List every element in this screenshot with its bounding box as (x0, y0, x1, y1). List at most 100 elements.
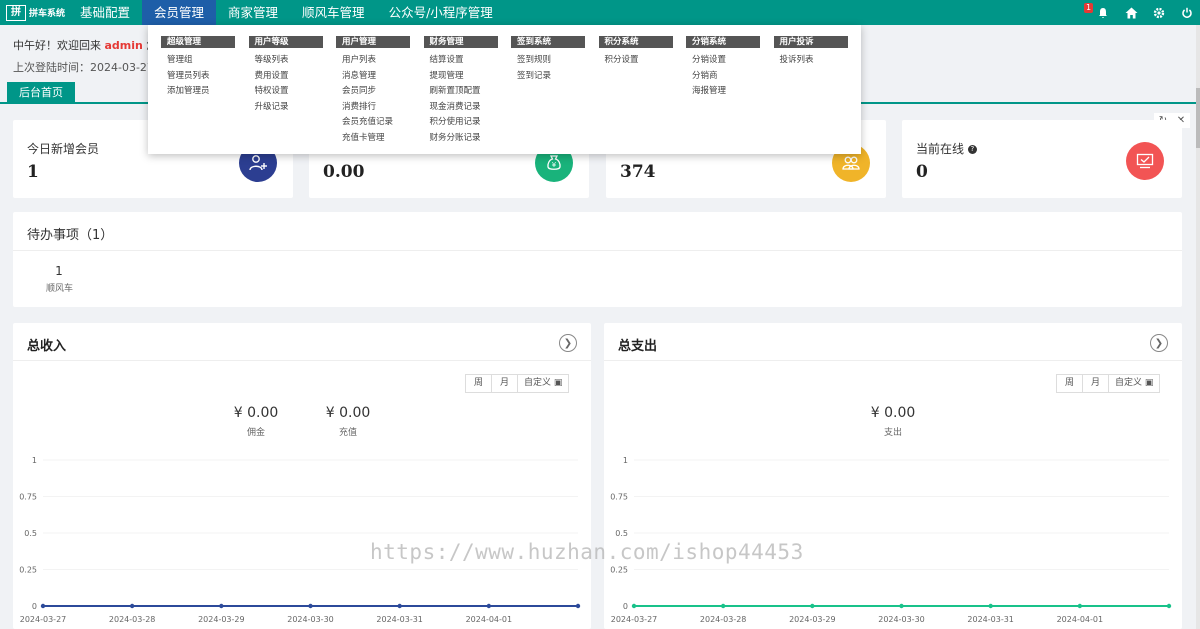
home-icon[interactable] (1124, 6, 1138, 20)
menu-item[interactable]: 积分使用记录 (424, 115, 498, 131)
logo[interactable]: 拼 拼车系统 (0, 0, 68, 25)
logo-mark: 拼 (6, 4, 26, 21)
nav-item-basic-config[interactable]: 基础配置 (68, 0, 142, 25)
menu-item[interactable]: 签到记录 (511, 69, 585, 85)
menu-item[interactable]: 消息管理 (336, 69, 410, 85)
period-custom[interactable]: 自定义 ▣ (518, 375, 568, 392)
todo-label[interactable]: 顺风车 (46, 281, 73, 294)
expense-value: ¥ 0.00 (870, 405, 916, 421)
x-tick-label: 2024-04-01 (1057, 615, 1104, 624)
stat-value: 0.00 (323, 162, 365, 182)
period-custom[interactable]: 自定义 ▣ (1109, 375, 1159, 392)
data-point[interactable] (810, 603, 815, 609)
data-point[interactable] (397, 603, 402, 609)
divider (13, 250, 1182, 251)
gear-icon[interactable] (1152, 6, 1166, 20)
tab-dashboard-home[interactable]: 后台首页 (7, 82, 75, 104)
svg-text:¥: ¥ (552, 161, 557, 169)
menu-column-header: 用户管理 (336, 36, 410, 48)
stat-label: 当前在线 ? (916, 140, 977, 157)
data-point[interactable] (899, 603, 904, 609)
menu-item[interactable]: 财务分账记录 (424, 131, 498, 147)
y-tick-label: 0.25 (19, 566, 37, 575)
last-login-time: 上次登陆时间：2024-03-27 1 (13, 61, 165, 74)
menu-item[interactable]: 特权设置 (249, 84, 323, 100)
menu-item[interactable]: 积分设置 (599, 53, 673, 69)
data-point[interactable] (486, 603, 492, 609)
menu-item[interactable]: 海报管理 (686, 84, 760, 100)
menu-item[interactable]: 管理员列表 (161, 69, 235, 85)
menu-column-2: 用户管理用户列表 消息管理 会员同步 消费排行 会员充值记录 充值卡管理 (336, 36, 410, 146)
x-tick-label: 2024-04-01 (466, 615, 513, 624)
logo-text: 拼车系统 (29, 9, 66, 19)
stat-value: 1 (27, 162, 39, 182)
expense-line-chart: 1 0.75 0.5 0.25 0 2024-03-27 2024-03-28 2024-03… (610, 456, 1172, 624)
nav-item-official-account[interactable]: 公众号/小程序管理 (377, 0, 505, 25)
member-management-dropdown: 超级管理 管理组 管理员列表 添加管理员 用户等级 等级列表 费用设置 特权设置 升级记录 用户管… (148, 25, 861, 154)
data-point[interactable] (219, 603, 224, 609)
period-week[interactable]: 周 (466, 375, 493, 392)
menu-item[interactable]: 充值卡管理 (336, 131, 410, 147)
income-panel: 总收入 ❯ 周 月 自定义 ▣ ¥ 0.00 佣金 ¥ 0.00 充值 1 0.7… (13, 323, 591, 629)
monitor-icon (1126, 142, 1164, 180)
x-tick-label: 2024-03-30 (878, 615, 925, 624)
username: admin (104, 39, 143, 52)
nav-item-carpool-management[interactable]: 顺风车管理 (290, 0, 377, 25)
data-point[interactable] (988, 603, 993, 609)
data-point[interactable] (575, 603, 581, 609)
bell-icon[interactable]: 1 (1084, 2, 1110, 20)
calendar-icon: ▣ (1144, 378, 1154, 388)
menu-item[interactable]: 提现管理 (424, 69, 498, 85)
menu-item[interactable]: 现金消费记录 (424, 100, 498, 116)
menu-item[interactable]: 添加管理员 (161, 84, 235, 100)
stat-card-online: 当前在线 ? 0 (902, 120, 1182, 198)
stat-value: 0 (916, 162, 928, 182)
menu-column-0: 超级管理 管理组 管理员列表 添加管理员 (161, 36, 235, 100)
menu-item[interactable]: 用户列表 (336, 53, 410, 69)
nav-item-member-management[interactable]: 会员管理 (142, 0, 217, 25)
menu-item[interactable]: 分销商 (686, 69, 760, 85)
data-point[interactable] (1077, 603, 1083, 609)
menu-item[interactable]: 结算设置 (424, 53, 498, 69)
todo-count[interactable]: 1 (53, 264, 65, 278)
data-point[interactable] (1166, 603, 1172, 609)
menu-item[interactable]: 会员同步 (336, 84, 410, 100)
period-month[interactable]: 月 (1083, 375, 1110, 392)
data-point[interactable] (308, 603, 313, 609)
period-month[interactable]: 月 (492, 375, 519, 392)
period-selector: 周 月 自定义 ▣ (465, 374, 570, 393)
data-point[interactable] (720, 603, 726, 609)
chevron-right-icon[interactable]: ❯ (1150, 334, 1168, 352)
power-icon[interactable] (1180, 6, 1194, 20)
recharge-value: ¥ 0.00 (325, 405, 371, 421)
notification-badge: 1 (1084, 2, 1094, 13)
data-point[interactable] (129, 603, 135, 609)
menu-column-header: 财务管理 (423, 36, 498, 48)
x-tick-label: 2024-03-30 (287, 615, 334, 624)
income-title: 总收入 (27, 339, 67, 354)
chevron-right-icon[interactable]: ❯ (559, 334, 577, 352)
help-icon[interactable]: ? (967, 145, 977, 154)
menu-item[interactable]: 消费排行 (336, 100, 410, 116)
menu-column-header: 用户等级 (248, 36, 323, 48)
y-tick-label: 1 (623, 456, 628, 465)
menu-item[interactable]: 等级列表 (249, 53, 323, 69)
y-tick-label: 0.5 (24, 529, 37, 538)
menu-column-3: 财务管理结算设置 提现管理 刷新置顶配置 现金消费记录 积分使用记录 财务分账记录 (423, 36, 498, 147)
menu-item[interactable]: 投诉列表 (774, 53, 848, 69)
income-line-chart: 1 0.75 0.5 0.25 0 2024-03-27 2024-03-28 2024-03… (19, 456, 581, 624)
menu-item[interactable]: 升级记录 (249, 100, 323, 116)
divider (604, 360, 1182, 361)
menu-item[interactable]: 签到规则 (511, 53, 585, 69)
nav-item-merchant-management[interactable]: 商家管理 (216, 0, 290, 25)
menu-item[interactable]: 管理组 (161, 53, 235, 69)
menu-item[interactable]: 刷新置顶配置 (424, 84, 498, 100)
y-tick-label: 1 (32, 456, 37, 465)
menu-item[interactable]: 费用设置 (249, 69, 323, 85)
period-week[interactable]: 周 (1057, 375, 1084, 392)
menu-item[interactable]: 分销设置 (686, 53, 760, 69)
data-point[interactable] (631, 603, 637, 609)
data-point[interactable] (40, 603, 46, 609)
menu-item[interactable]: 会员充值记录 (336, 115, 410, 131)
page-scrollbar-thumb[interactable] (1196, 88, 1200, 148)
